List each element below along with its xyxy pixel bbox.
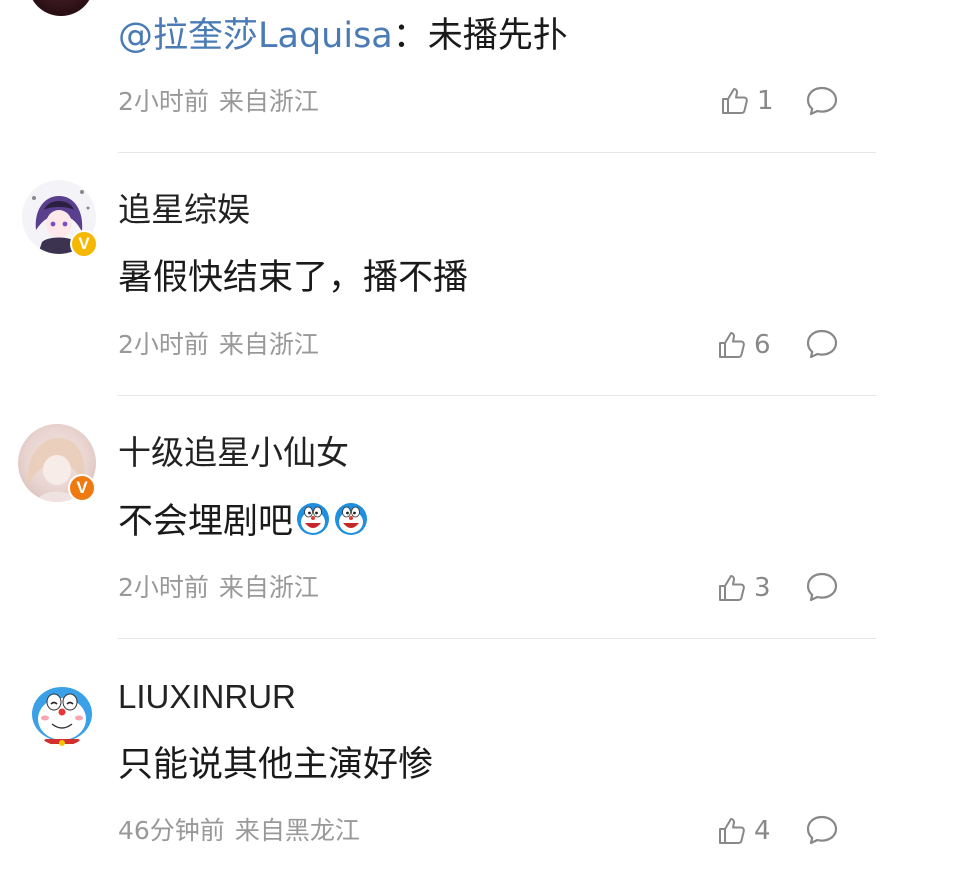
divider xyxy=(118,638,876,639)
comment-location: 来自浙江 xyxy=(218,87,319,116)
divider xyxy=(118,152,876,153)
comment-4-meta: 46分钟前 来自黑龙江 xyxy=(118,815,360,847)
comment-1-like-button[interactable]: 1 xyxy=(719,85,774,117)
comment-4-like-button[interactable]: 4 xyxy=(716,815,771,847)
doraemon-avatar-icon xyxy=(30,684,94,746)
comment-time: 2小时前 xyxy=(118,87,209,116)
comment-list: @拉奎莎Laquisa：未播先扑 2小时前 来自浙江 1 V 追星综娱 暑假快结… xyxy=(0,0,960,872)
comment-3-meta: 2小时前 来自浙江 xyxy=(118,572,319,604)
comment-1-meta: 2小时前 来自浙江 xyxy=(118,86,319,118)
comment-bubble-icon[interactable] xyxy=(805,84,839,118)
comment-time: 2小时前 xyxy=(118,573,209,602)
verified-badge: V xyxy=(68,474,96,502)
comment-3-username[interactable]: 十级追星小仙女 xyxy=(118,433,349,473)
comment-location: 来自浙江 xyxy=(218,330,319,359)
comment-4-text: 只能说其他主演好惨 xyxy=(118,745,434,785)
comment-3-avatar[interactable]: V xyxy=(18,424,96,502)
thumbs-up-icon xyxy=(719,818,745,844)
comment-body: ：未播先扑 xyxy=(392,16,568,56)
mention-link[interactable]: @拉奎莎Laquisa xyxy=(118,16,393,56)
comment-bubble-icon[interactable] xyxy=(805,570,839,604)
like-count: 3 xyxy=(754,573,771,603)
thumbs-up-icon xyxy=(719,332,745,358)
comment-2-meta: 2小时前 来自浙江 xyxy=(118,329,319,361)
comment-3-text: 不会埋剧吧 xyxy=(118,500,369,544)
like-count: 1 xyxy=(757,86,774,116)
comment-3-like-button[interactable]: 3 xyxy=(716,572,771,604)
comment-2-avatar[interactable]: V xyxy=(22,180,98,258)
like-count: 4 xyxy=(754,816,771,846)
comment-2-username[interactable]: 追星综娱 xyxy=(118,190,250,230)
comment-2-text: 暑假快结束了，播不播 xyxy=(118,258,469,298)
user-avatar-icon xyxy=(28,0,94,16)
comment-bubble-icon[interactable] xyxy=(805,327,839,361)
thumbs-up-icon xyxy=(722,88,748,114)
doraemon-emoji xyxy=(297,503,330,535)
comment-1-text: @拉奎莎Laquisa：未播先扑 xyxy=(118,14,568,58)
comment-location: 来自浙江 xyxy=(218,573,319,602)
doraemon-emoji xyxy=(335,503,368,535)
comment-4-avatar[interactable] xyxy=(30,684,94,746)
verified-badge: V xyxy=(70,230,98,258)
comment-location: 来自黑龙江 xyxy=(234,816,360,845)
comment-time: 2小时前 xyxy=(118,330,209,359)
like-count: 6 xyxy=(754,330,771,360)
comment-1-avatar[interactable] xyxy=(28,0,94,16)
comment-2-like-button[interactable]: 6 xyxy=(716,329,771,361)
comment-4-username[interactable]: LIUXINRUR xyxy=(118,677,296,717)
thumbs-up-icon xyxy=(719,575,745,601)
divider xyxy=(118,395,876,396)
comment-time: 46分钟前 xyxy=(118,816,225,845)
comment-bubble-icon[interactable] xyxy=(805,813,839,847)
comment-body: 不会埋剧吧 xyxy=(118,502,294,542)
